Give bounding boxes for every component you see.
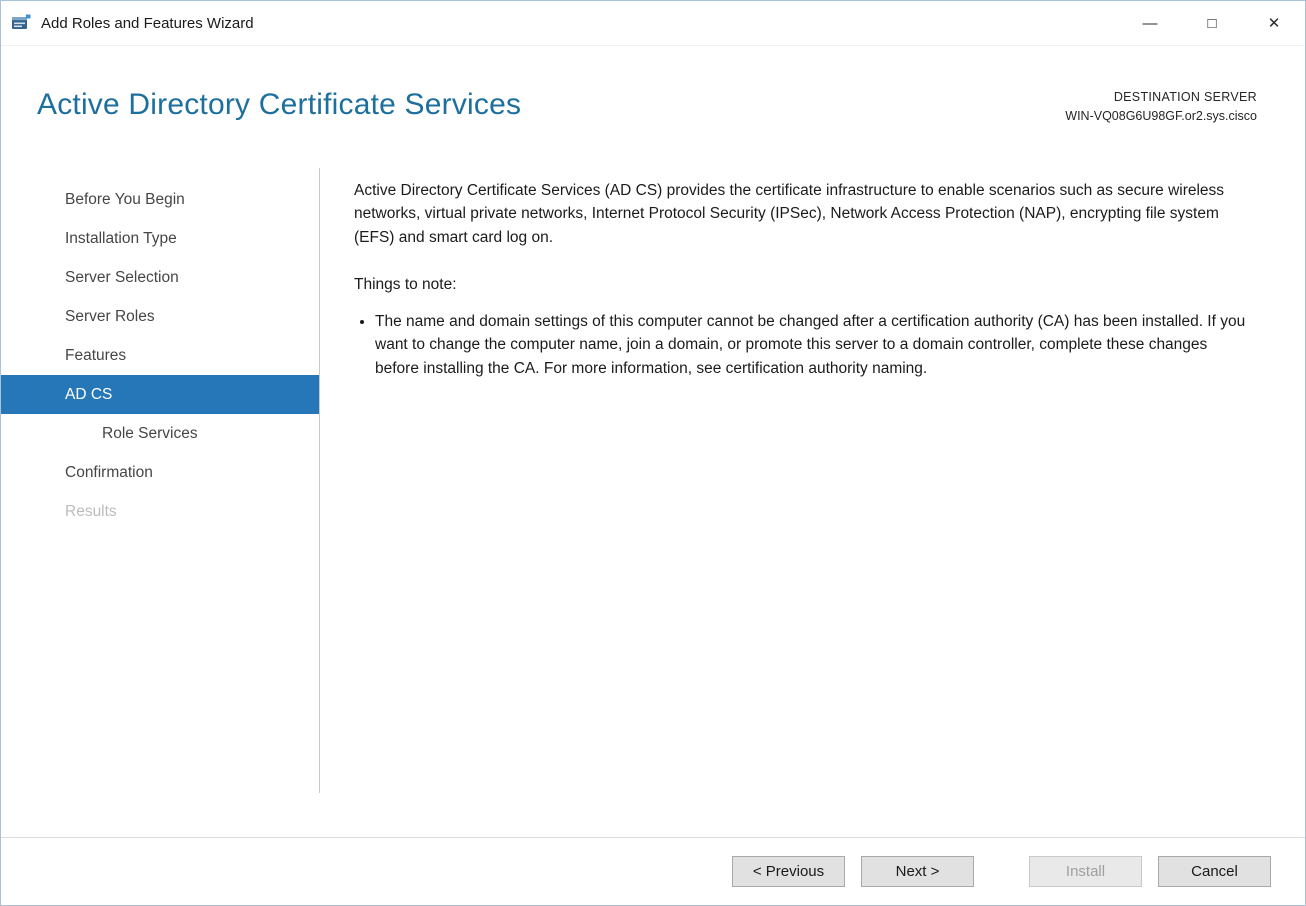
wizard-footer: < Previous Next > Install Cancel <box>1 837 1305 905</box>
window-controls: — □ ✕ <box>1119 1 1305 45</box>
next-button[interactable]: Next > <box>861 856 974 887</box>
wizard-window: Add Roles and Features Wizard — □ ✕ Acti… <box>0 0 1306 906</box>
page-title: Active Directory Certificate Services <box>37 88 522 121</box>
previous-button[interactable]: < Previous <box>732 856 845 887</box>
wizard-icon[interactable] <box>11 13 31 33</box>
wizard-body: Before You Begin Installation Type Serve… <box>1 162 1305 837</box>
sidebar-item-server-roles[interactable]: Server Roles <box>1 297 319 336</box>
maximize-button[interactable]: □ <box>1181 1 1243 45</box>
minimize-button[interactable]: — <box>1119 1 1181 45</box>
sidebar-item-role-services[interactable]: Role Services <box>1 414 319 453</box>
sidebar-item-features[interactable]: Features <box>1 336 319 375</box>
close-button[interactable]: ✕ <box>1243 1 1305 45</box>
things-to-note-heading: Things to note: <box>354 275 457 293</box>
install-button: Install <box>1029 856 1142 887</box>
sidebar-item-ad-cs[interactable]: AD CS <box>1 375 319 414</box>
sidebar-item-results: Results <box>65 502 117 520</box>
sidebar-item-confirmation[interactable]: Confirmation <box>1 453 319 492</box>
note-bullet: The name and domain settings of this com… <box>375 310 1247 380</box>
cancel-button[interactable]: Cancel <box>1158 856 1271 887</box>
destination-server-name: WIN-VQ08G6U98GF.or2.sys.cisco <box>1065 109 1257 124</box>
destination-server-block: DESTINATION SERVER WIN-VQ08G6U98GF.or2.s… <box>1065 88 1257 127</box>
sidebar-item-server-selection[interactable]: Server Selection <box>1 258 319 297</box>
window-title: Add Roles and Features Wizard <box>41 14 254 32</box>
destination-server-label: DESTINATION SERVER <box>1113 90 1257 104</box>
title-bar: Add Roles and Features Wizard — □ ✕ <box>1 1 1305 46</box>
sidebar-item-installation-type[interactable]: Installation Type <box>1 219 319 258</box>
page-content: Active Directory Certificate Services (A… <box>320 162 1305 837</box>
sidebar-item-before-you-begin[interactable]: Before You Begin <box>1 180 319 219</box>
adcs-description: Active Directory Certificate Services (A… <box>354 182 1225 246</box>
wizard-header: Active Directory Certificate Services DE… <box>1 46 1305 162</box>
wizard-steps-sidebar: Before You Begin Installation Type Serve… <box>1 162 319 837</box>
notes-list: The name and domain settings of this com… <box>354 310 1247 380</box>
